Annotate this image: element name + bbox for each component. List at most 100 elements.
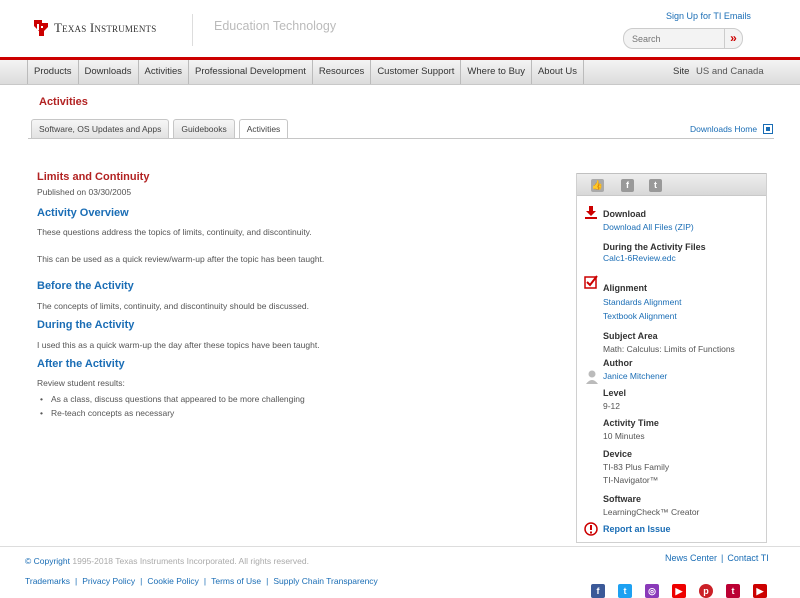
copyright-symbol[interactable]: © Copyright xyxy=(25,556,70,566)
signup-link[interactable]: Sign Up for TI Emails xyxy=(666,11,751,21)
before-heading: Before the Activity xyxy=(37,280,134,292)
list-item: Re-teach concepts as necessary xyxy=(40,408,537,418)
overview-text-1: These questions address the topics of li… xyxy=(37,227,312,237)
standards-alignment-link[interactable]: Standards Alignment xyxy=(603,297,763,307)
after-list: As a class, discuss questions that appea… xyxy=(37,394,537,418)
level-value: 9-12 xyxy=(603,401,621,411)
nav-downloads[interactable]: Downloads xyxy=(77,60,138,84)
news-center-link[interactable]: News Center xyxy=(665,553,717,563)
search-input[interactable] xyxy=(624,29,724,48)
device-section: Device TI-83 Plus Family TI-Navigator™ xyxy=(603,449,763,485)
nav-professional-development[interactable]: Professional Development xyxy=(187,60,312,84)
software-section: Software LearningCheck™ Creator xyxy=(603,494,763,517)
youtube-icon[interactable]: ▶ xyxy=(672,584,686,598)
search-button[interactable]: » xyxy=(724,29,742,48)
tab-activities[interactable]: Activities xyxy=(238,119,289,139)
separator: | xyxy=(140,576,143,586)
footer-links: Trademarks | Privacy Policy | Cookie Polic… xyxy=(25,576,378,586)
downloads-home-label: Downloads Home xyxy=(690,124,758,134)
during-text: I used this as a quick warm-up the day a… xyxy=(37,340,320,350)
privacy-policy-link[interactable]: Privacy Policy xyxy=(82,576,135,586)
separator: | xyxy=(203,576,207,586)
twitter-icon[interactable]: t xyxy=(618,584,632,598)
subject-section: Subject Area Math: Calculus: Limits of F… xyxy=(603,331,763,354)
subject-value: Math: Calculus: Limits of Functions xyxy=(603,344,735,354)
subject-heading: Subject Area xyxy=(603,331,658,341)
textbook-alignment-link[interactable]: Textbook Alignment xyxy=(603,311,763,321)
time-value: 10 Minutes xyxy=(603,431,645,441)
share-bar: 👍 f t xyxy=(577,173,766,196)
nav-where-to-buy[interactable]: Where to Buy xyxy=(460,60,531,84)
terms-of-use-link[interactable]: Terms of Use xyxy=(211,576,261,586)
device-value-2: TI-Navigator™ xyxy=(603,475,659,485)
download-all-link[interactable]: Download All Files (ZIP) xyxy=(603,222,763,232)
cookie-policy-link[interactable]: Cookie Policy xyxy=(147,576,199,586)
download-icon xyxy=(585,206,597,219)
author-icon xyxy=(586,370,598,384)
contact-ti-link[interactable]: Contact TI xyxy=(727,553,768,563)
section-title[interactable]: Education Technology xyxy=(214,19,336,33)
checkmark-icon xyxy=(584,275,598,289)
nav-about-us[interactable]: About Us xyxy=(530,60,585,84)
thumbs-up-icon[interactable]: 👍 xyxy=(591,179,604,192)
nav-customer-support[interactable]: Customer Support xyxy=(370,60,460,84)
nav-products[interactable]: Products xyxy=(27,60,78,84)
after-text: Review student results: xyxy=(37,378,125,388)
file-link[interactable]: Calc1-6Review.edc xyxy=(603,253,763,263)
level-section: Level 9-12 xyxy=(603,388,763,411)
brand-name: Texas Instruments xyxy=(54,20,157,35)
after-heading: After the Activity xyxy=(37,358,125,370)
software-value: LearningCheck™ Creator xyxy=(603,507,700,517)
report-issue-icon xyxy=(584,522,598,536)
footer-divider xyxy=(0,546,800,547)
header-divider xyxy=(192,14,193,46)
nav-resources[interactable]: Resources xyxy=(311,60,370,84)
twitter-icon[interactable]: t xyxy=(649,179,662,192)
before-text: The concepts of limits, continuity, and … xyxy=(37,301,309,311)
author-link[interactable]: Janice Mitchener xyxy=(603,371,763,381)
overview-heading: Activity Overview xyxy=(37,207,129,219)
youtube-icon[interactable]: ▶ xyxy=(753,584,767,598)
activity-content: Limits and Continuity Published on 03/30… xyxy=(37,171,537,418)
facebook-icon[interactable]: f xyxy=(591,584,605,598)
tab-bar: Software, OS Updates and Apps Guidebooks… xyxy=(31,119,292,139)
published-date: Published on 03/30/2005 xyxy=(37,187,132,197)
nav-activities[interactable]: Activities xyxy=(137,60,188,84)
site-selector[interactable]: Site US and Canada xyxy=(673,60,764,84)
tumblr-icon[interactable]: t xyxy=(726,584,740,598)
author-section: Author Janice Mitchener xyxy=(603,358,763,381)
author-heading: Author xyxy=(603,358,633,368)
footer-right-links: News Center | Contact TI xyxy=(665,553,769,563)
facebook-icon[interactable]: f xyxy=(621,179,634,192)
tab-software[interactable]: Software, OS Updates and Apps xyxy=(31,119,170,138)
page-heading: Activities xyxy=(39,96,88,108)
activity-sidebar: 👍 f t Download Download All Files (ZIP) … xyxy=(576,173,767,543)
copyright: © Copyright 1995-2018 Texas Instruments … xyxy=(25,556,309,566)
alignment-section: Alignment Standards Alignment Textbook A… xyxy=(603,283,763,321)
supply-chain-link[interactable]: Supply Chain Transparency xyxy=(273,576,377,586)
download-section: Download Download All Files (ZIP) During… xyxy=(603,209,763,263)
site-value: US and Canada xyxy=(696,66,764,77)
main-nav: Products Downloads Activities Profession… xyxy=(0,60,800,85)
report-issue-link[interactable]: Report an Issue xyxy=(603,524,763,534)
trademarks-link[interactable]: Trademarks xyxy=(25,576,70,586)
pinterest-icon[interactable]: p xyxy=(699,584,713,598)
separator: | xyxy=(721,553,724,563)
software-heading: Software xyxy=(603,494,642,504)
alignment-heading: Alignment xyxy=(603,283,647,293)
downloads-home-link[interactable]: Downloads Home xyxy=(690,124,774,134)
search-box: » xyxy=(623,28,743,49)
during-heading: During the Activity xyxy=(37,319,135,331)
separator: | xyxy=(75,576,78,586)
download-heading: Download xyxy=(603,209,646,219)
instagram-icon[interactable]: ◎ xyxy=(645,584,659,598)
report-section: Report an Issue xyxy=(603,524,763,534)
ti-logo-icon xyxy=(34,20,48,36)
overview-text-2: This can be used as a quick review/warm-… xyxy=(37,254,325,264)
home-icon xyxy=(763,124,774,134)
tab-guidebooks[interactable]: Guidebooks xyxy=(173,119,235,138)
during-files-heading: During the Activity Files xyxy=(603,242,706,252)
time-section: Activity Time 10 Minutes xyxy=(603,418,763,441)
ti-logo[interactable]: Texas Instruments xyxy=(32,18,156,38)
activity-title: Limits and Continuity xyxy=(37,171,150,183)
